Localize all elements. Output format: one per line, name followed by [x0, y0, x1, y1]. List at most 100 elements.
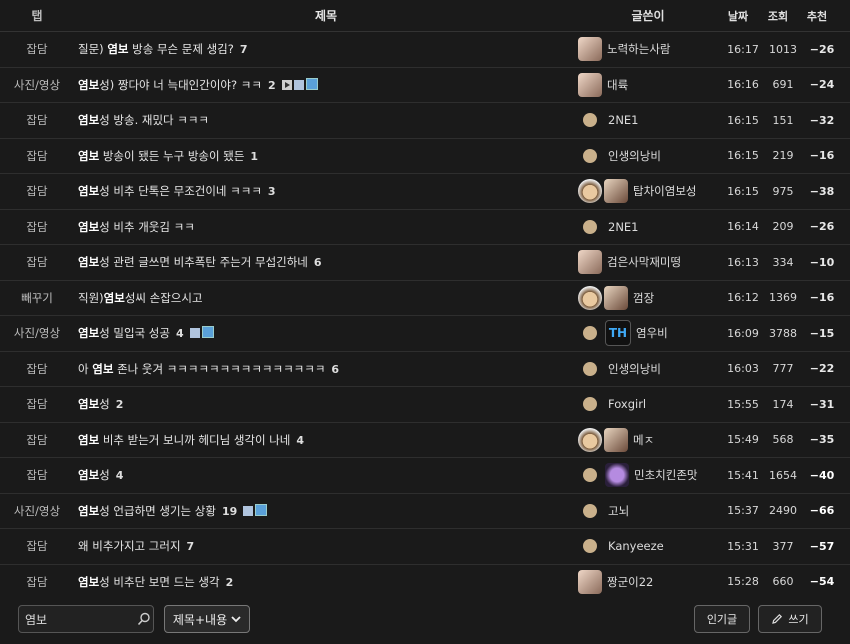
author-name[interactable]: 대륙: [607, 77, 628, 93]
author-name[interactable]: 인생의낭비: [608, 361, 661, 377]
author-name[interactable]: 메ㅈ: [633, 432, 654, 448]
table-row[interactable]: 잡담 염보성 비추 개웃김 ㅋㅋ 2NE1 16:14 209 −26: [0, 210, 850, 245]
author-name[interactable]: Kanyeeze: [608, 539, 664, 553]
author-cell[interactable]: 고뇌: [578, 503, 723, 519]
author-name[interactable]: 노력하는사람: [607, 41, 670, 57]
table-row[interactable]: 빼꾸기 직원)염보성씨 손잡으시고 껌장 16:12 1369 −16: [0, 281, 850, 316]
author-cell[interactable]: 껌장: [578, 285, 723, 310]
author-name[interactable]: 탑차이염보성: [633, 183, 696, 199]
category-label[interactable]: 사진/영상: [0, 325, 74, 341]
comment-count[interactable]: 4: [296, 434, 304, 447]
category-label[interactable]: 잡담: [0, 41, 74, 57]
post-title-link[interactable]: 염보성 언급하면 생기는 상황 19: [74, 503, 578, 519]
author-name[interactable]: 검은사막재미떵: [607, 254, 681, 270]
table-row[interactable]: 잡담 염보성 4 민초치킨존맛 15:41 1654 −40: [0, 458, 850, 494]
search-type-select[interactable]: 제목+내용: [164, 605, 250, 633]
header-category[interactable]: 탭: [0, 7, 74, 24]
comment-count[interactable]: 6: [314, 256, 322, 269]
category-label[interactable]: 잡담: [0, 112, 74, 128]
category-label[interactable]: 잡담: [0, 396, 74, 412]
comment-count[interactable]: 2: [268, 79, 276, 92]
table-row[interactable]: 잡담 염보성 2 Foxgirl 15:55 174 −31: [0, 387, 850, 423]
post-title-link[interactable]: 염보성 비추 개웃김 ㅋㅋ: [74, 219, 578, 235]
comment-count[interactable]: 1: [250, 150, 258, 163]
search-input[interactable]: [19, 611, 131, 627]
post-title-link[interactable]: 염보성 비추단 보면 드는 생각 2: [74, 574, 578, 590]
post-title-link[interactable]: 염보성 비추 단톡은 무조건이네 ㅋㅋㅋ 3: [74, 183, 578, 199]
popular-button[interactable]: 인기글: [694, 605, 750, 633]
author-cell[interactable]: 짱군이22: [578, 569, 723, 594]
author-cell[interactable]: 노력하는사람: [578, 37, 723, 62]
table-row[interactable]: 잡담 염보성 비추 단톡은 무조건이네 ㅋㅋㅋ 3 탑차이염보성 16:15 975 −38: [0, 174, 850, 210]
table-row[interactable]: 잡담 아 염보 존나 웃겨 ㅋㅋㅋㅋㅋㅋㅋㅋㅋㅋㅋㅋㅋㅋㅋ 6 인생의낭비 16:03 7…: [0, 352, 850, 387]
category-label[interactable]: 잡담: [0, 254, 74, 270]
keyword-highlight: 염보: [92, 361, 114, 376]
author-cell[interactable]: 인생의낭비: [578, 361, 723, 377]
post-title-link[interactable]: 직원)염보성씨 손잡으시고: [74, 290, 578, 306]
author-name[interactable]: 껌장: [633, 290, 654, 306]
comment-count[interactable]: 7: [187, 540, 195, 553]
table-row[interactable]: 잡담 질문) 염보 방송 무슨 문제 생김? 7 노력하는사람 16:17 1013 −26: [0, 32, 850, 68]
table-row[interactable]: 잡담 왜 비추가지고 그러지 7 Kanyeeze 15:31 377 −57: [0, 529, 850, 565]
comment-count[interactable]: 19: [222, 505, 237, 518]
write-button[interactable]: 쓰기: [758, 605, 822, 633]
category-label[interactable]: 잡담: [0, 432, 74, 448]
post-title-link[interactable]: 염보성 밀입국 성공 4: [74, 325, 578, 341]
category-label[interactable]: 사진/영상: [0, 503, 74, 519]
category-label[interactable]: 잡담: [0, 219, 74, 235]
table-row[interactable]: 잡담 염보 비추 받는거 보니까 헤디님 생각이 나네 4 메ㅈ 15:49 568 −35: [0, 423, 850, 458]
author-cell[interactable]: TH 염우비: [578, 320, 723, 347]
post-title-link[interactable]: 왜 비추가지고 그러지 7: [74, 538, 578, 554]
category-label[interactable]: 잡담: [0, 467, 74, 483]
table-row[interactable]: 사진/영상 염보성) 짱다야 너 늑대인간이야? ㅋㅋ 2 대륙 16:16 691 −24: [0, 68, 850, 103]
post-title-link[interactable]: 질문) 염보 방송 무슨 문제 생김? 7: [74, 41, 578, 57]
author-cell[interactable]: Kanyeeze: [578, 539, 723, 554]
author-name[interactable]: 2NE1: [608, 220, 639, 234]
table-row[interactable]: 사진/영상 염보성 밀입국 성공 4 TH 염우비 16:09 3788 −15: [0, 316, 850, 352]
comment-count[interactable]: 4: [116, 469, 124, 482]
post-title-link[interactable]: 염보성) 짱다야 너 늑대인간이야? ㅋㅋ 2: [74, 77, 578, 93]
author-name[interactable]: Foxgirl: [608, 397, 646, 411]
author-name[interactable]: 염우비: [636, 325, 668, 341]
author-cell[interactable]: 민초치킨존맛: [578, 463, 723, 488]
author-name[interactable]: 짱군이22: [607, 574, 653, 590]
author-cell[interactable]: Foxgirl: [578, 397, 723, 412]
search-icon[interactable]: [137, 612, 151, 626]
category-label[interactable]: 잡담: [0, 148, 74, 164]
category-label[interactable]: 잡담: [0, 183, 74, 199]
author-name[interactable]: 2NE1: [608, 113, 639, 127]
title-prefix: 질문): [78, 42, 108, 57]
category-label[interactable]: 잡담: [0, 361, 74, 377]
author-cell[interactable]: 검은사막재미떵: [578, 250, 723, 275]
author-cell[interactable]: 탑차이염보성: [578, 179, 723, 204]
author-cell[interactable]: 인생의낭비: [578, 148, 723, 164]
comment-count[interactable]: 3: [268, 185, 276, 198]
comment-count[interactable]: 4: [176, 327, 184, 340]
author-name[interactable]: 고뇌: [608, 503, 629, 519]
author-cell[interactable]: 대륙: [578, 72, 723, 97]
comment-count[interactable]: 7: [240, 43, 248, 56]
post-title-link[interactable]: 염보성 4: [74, 467, 578, 483]
post-title-link[interactable]: 염보성 2: [74, 396, 578, 412]
author-cell[interactable]: 2NE1: [578, 219, 723, 234]
table-row[interactable]: 사진/영상 염보성 언급하면 생기는 상황 19 고뇌 15:37 2490 −66: [0, 494, 850, 529]
post-title-link[interactable]: 염보성 관련 글쓰면 비추폭탄 주는거 무섭긴하네 6: [74, 254, 578, 270]
post-title-link[interactable]: 염보 비추 받는거 보니까 헤디님 생각이 나네 4: [74, 432, 578, 448]
post-title-link[interactable]: 염보성 방송. 재밌다 ㅋㅋㅋ: [74, 112, 578, 128]
author-name[interactable]: 민초치킨존맛: [634, 467, 697, 483]
category-label[interactable]: 빼꾸기: [0, 290, 74, 306]
category-label[interactable]: 잡담: [0, 538, 74, 554]
comment-count[interactable]: 2: [226, 576, 234, 589]
comment-count[interactable]: 6: [331, 363, 339, 376]
table-row[interactable]: 잡담 염보성 방송. 재밌다 ㅋㅋㅋ 2NE1 16:15 151 −32: [0, 103, 850, 139]
post-title-link[interactable]: 염보 방송이 됐든 누구 방송이 됐든 1: [74, 148, 578, 164]
author-cell[interactable]: 메ㅈ: [578, 427, 723, 452]
category-label[interactable]: 잡담: [0, 574, 74, 590]
table-row[interactable]: 잡담 염보성 관련 글쓰면 비추폭탄 주는거 무섭긴하네 6 검은사막재미떵 16:13…: [0, 245, 850, 281]
author-cell[interactable]: 2NE1: [578, 113, 723, 128]
comment-count[interactable]: 2: [116, 398, 124, 411]
post-title-link[interactable]: 아 염보 존나 웃겨 ㅋㅋㅋㅋㅋㅋㅋㅋㅋㅋㅋㅋㅋㅋㅋ 6: [74, 361, 578, 377]
category-label[interactable]: 사진/영상: [0, 77, 74, 93]
author-name[interactable]: 인생의낭비: [608, 148, 661, 164]
table-row[interactable]: 잡담 염보 방송이 됐든 누구 방송이 됐든 1 인생의낭비 16:15 219 −16: [0, 139, 850, 174]
